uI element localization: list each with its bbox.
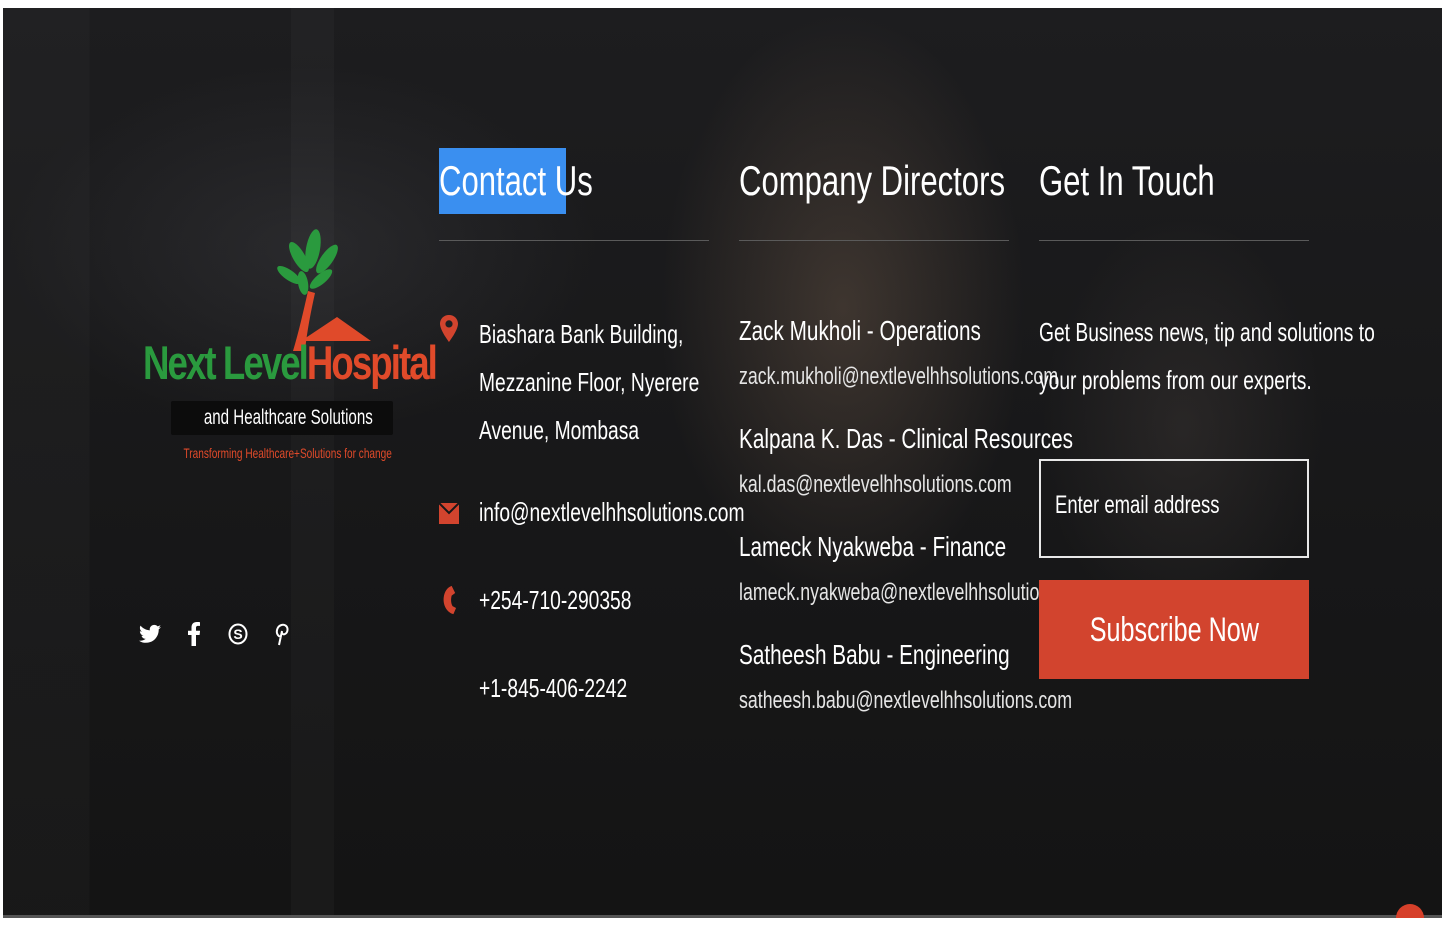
email-input[interactable] [1039,459,1309,558]
contact-phone-2[interactable]: +1-845-406-2242 [479,670,679,706]
address-line: Mezzanine Floor, Nyerere [479,367,700,397]
address-line: Avenue, Mombasa [479,415,640,445]
newsletter-description: Get Business news, tip and solutions to … [1039,308,1442,404]
contact-address: Biashara Bank Building, Mezzanine Floor,… [479,310,777,454]
address-line: Biashara Bank Building, [479,319,684,349]
newsletter-line: your problems from our experts. [1039,365,1312,395]
pinterest-icon[interactable] [269,616,295,652]
contact-us-heading: Contact Us [439,148,593,214]
map-pin-icon [440,315,458,342]
tree-house-logo-graphic [277,229,371,351]
newsletter-line: Get Business news, tip and solutions to [1039,317,1375,347]
subscribe-now-button[interactable]: Subscribe Now [1039,580,1309,679]
footer-bottom-rule [3,915,1442,918]
newsletter-email-field[interactable]: Enter email address [1039,459,1309,558]
touch-divider [1039,240,1309,241]
footer-section: Next LevelHospital and Healthcare Soluti… [3,8,1442,918]
twitter-icon[interactable] [137,616,163,652]
logo-subtitle: and Healthcare Solutions [171,401,393,435]
facebook-icon[interactable] [181,616,207,652]
logo-word-hospital: Hospital [306,336,438,389]
directors-divider [739,240,1009,241]
hospital-logo[interactable]: Next LevelHospital and Healthcare Soluti… [143,213,438,468]
social-links: S [137,616,295,652]
director-name: Kalpana K. Das - Clinical Resources [739,423,1073,454]
logo-word-next-level: Next Level [143,336,309,389]
contact-divider [439,240,709,241]
skype-icon[interactable]: S [225,616,251,652]
director-email[interactable]: satheesh.babu@nextlevelhhsolutions.com [739,683,1189,719]
logo-tagline: Transforming Healthcare+Solutions for ch… [183,445,392,461]
contact-phone-1[interactable]: +254-710-290358 [479,582,685,618]
envelope-icon [438,502,460,524]
director-name: Zack Mukholi - Operations [739,315,981,346]
logo-wordmark: Next LevelHospital [143,335,438,395]
svg-text:S: S [233,626,242,642]
get-in-touch-heading: Get In Touch [1039,157,1215,204]
phone-icon [443,585,457,615]
scroll-to-top-button[interactable] [1396,904,1424,918]
